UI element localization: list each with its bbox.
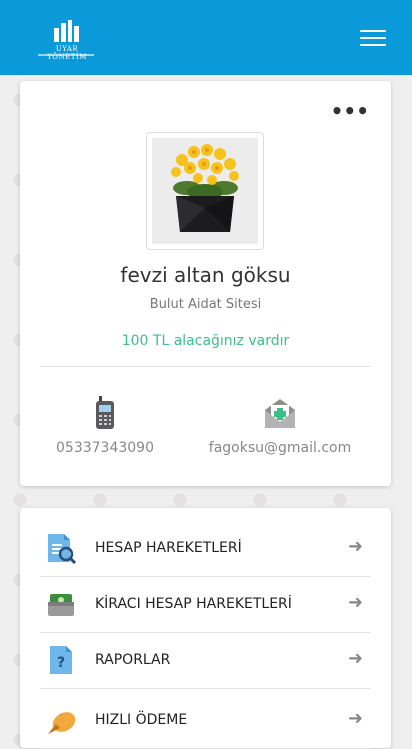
- menu-item-label: RAPORLAR: [95, 652, 171, 668]
- logo[interactable]: UYAR YÖNETİM: [38, 20, 94, 61]
- avatar: [146, 132, 264, 250]
- email-icon: [265, 399, 295, 428]
- logo-underline: [38, 54, 94, 56]
- fast-payment-icon: [48, 712, 76, 734]
- logo-building-icon: [54, 20, 79, 42]
- hamburger-menu-icon[interactable]: [360, 30, 386, 48]
- menu-item-label: HIZLI ÖDEME: [95, 712, 188, 728]
- report-icon: ?: [50, 646, 72, 674]
- phone-number: 05337343090: [56, 440, 154, 456]
- logo-text: UYAR YÖNETİM: [47, 45, 87, 61]
- balance-status: 100 TL alacağınız vardır: [121, 333, 290, 349]
- more-dots-icon[interactable]: •••: [331, 101, 369, 121]
- arrow-right-icon: ➜: [347, 708, 363, 729]
- email-address: fagoksu@gmail.com: [208, 440, 352, 456]
- user-name: fevzi altan göksu: [120, 263, 291, 287]
- menu-item-account-transactions[interactable]: HESAP HAREKETLERİ ➜: [40, 520, 371, 577]
- svg-text:?: ?: [57, 655, 65, 671]
- arrow-right-icon: ➜: [347, 592, 363, 613]
- profile-card: ••• fevzi altan göksu Bulut Aidat Sitesi…: [20, 81, 391, 486]
- menu-item-tenant-transactions[interactable]: KİRACI HESAP HAREKETLERİ ➜: [40, 576, 371, 633]
- arrow-right-icon: ➜: [347, 648, 363, 669]
- money-icon: [48, 594, 74, 616]
- flower-pot-image: [152, 138, 258, 244]
- menu-item-fast-payment[interactable]: HIZLI ÖDEME ➜: [40, 692, 371, 749]
- app-header: UYAR YÖNETİM: [0, 0, 412, 75]
- menu-item-reports[interactable]: ? RAPORLAR ➜: [40, 632, 371, 689]
- email-contact[interactable]: fagoksu@gmail.com: [195, 396, 365, 456]
- phone-icon: [96, 396, 114, 429]
- menu-item-label: KİRACI HESAP HAREKETLERİ: [95, 596, 292, 612]
- phone-contact[interactable]: 05337343090: [20, 396, 190, 456]
- menu-item-label: HESAP HAREKETLERİ: [95, 540, 242, 556]
- menu-card: HESAP HAREKETLERİ ➜ KİRACI HESAP HAREKET…: [20, 508, 391, 749]
- arrow-right-icon: ➜: [347, 536, 363, 557]
- account-search-icon: [48, 534, 76, 564]
- site-name: Bulut Aidat Sitesi: [149, 297, 262, 312]
- divider: [40, 366, 371, 367]
